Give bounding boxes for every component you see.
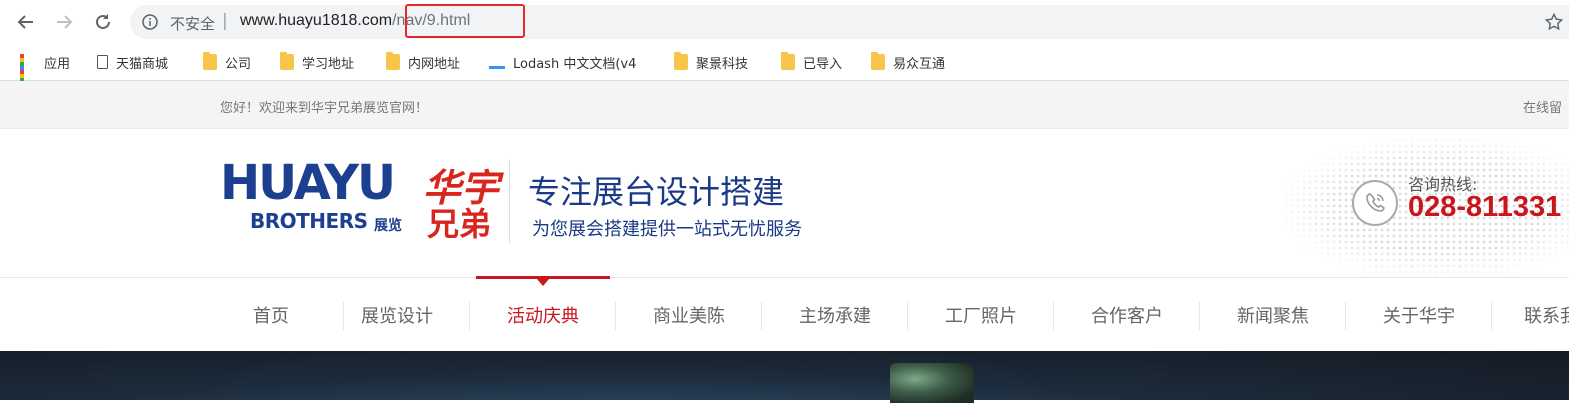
phone-icon [1352,180,1398,226]
bookmark-yizhong[interactable]: 易众互通 [871,52,946,72]
page-icon [97,55,108,69]
bookmark-intranet[interactable]: 内网地址 [386,52,461,72]
banner-image-object [890,363,974,403]
main-nav: 首页 展览设计 活动庆典 商业美陈 主场承建 工厂照片 合作客户 新闻聚焦 关于… [0,276,1569,352]
online-message-link[interactable]: 在线留 [1523,97,1562,116]
bookmark-label: 已导入 [803,56,843,72]
bookmark-label: 学习地址 [302,56,355,72]
slogan-main: 专注展台设计搭建 [528,173,785,211]
forward-arrow-icon [57,15,73,29]
logo-cn-sub: 兄弟 [427,205,492,243]
bookmark-lodash[interactable]: Lodash 中文文档(v4 [489,53,637,72]
nav-label: 展览设计 [361,306,433,327]
folder-icon [203,52,217,70]
bookmark-apps[interactable]: 应用 [20,53,71,90]
bookmark-jujing[interactable]: 聚景科技 [674,52,749,72]
reload-icon [96,14,110,29]
bookmark-company[interactable]: 公司 [203,52,252,72]
nav-label: 工厂照片 [945,306,1017,327]
welcome-text: 您好！欢迎来到华宇兄弟展览官网！ [220,101,429,116]
nav-label: 新闻聚焦 [1237,306,1309,327]
nav-label: 首页 [253,306,289,327]
bookmark-imported[interactable]: 已导入 [781,52,843,72]
phone-handset-icon [1366,193,1385,212]
forward-button[interactable] [52,10,76,34]
bookmark-study[interactable]: 学习地址 [280,52,355,72]
nav-item-events[interactable]: 活动庆典 [470,278,616,352]
nav-label: 商业美陈 [653,306,725,327]
nav-item-exhibition-design[interactable]: 展览设计 [324,278,470,352]
nav-item-news[interactable]: 新闻聚焦 [1200,278,1346,352]
url-host: www.huayu1818.com [240,12,393,29]
nav-label: 主场承建 [799,306,871,327]
bookmark-tmall[interactable]: 天猫商城 [97,53,169,72]
bookmark-label: 聚景科技 [696,56,749,72]
folder-icon [386,52,400,70]
nav-label: 活动庆典 [507,306,579,327]
nav-label: 合作客户 [1091,306,1163,327]
bookmark-label: 天猫商城 [116,56,169,72]
bookmark-label: 应用 [44,56,71,72]
bookmark-label: 内网地址 [408,56,461,72]
apps-grid-icon [20,54,36,90]
logo-en-sub: BROTHERS [250,209,368,233]
folder-icon [674,52,688,70]
bookmark-star-icon[interactable] [1545,13,1563,31]
nav-item-venue-construction[interactable]: 主场承建 [762,278,908,352]
logo-cn-small: 展览 [374,218,402,234]
nav-item-about[interactable]: 关于华宇 [1346,278,1492,352]
nav-item-home[interactable]: 首页 [198,278,344,352]
folder-icon [871,52,885,70]
bookmarks-bar: 应用 天猫商城 公司 学习地址 内网地址 Lodash 中文文档(v4 聚景科技… [0,44,1569,90]
slogan-sub: 为您展会搭建提供一站式无忧服务 [532,219,802,240]
url-path-highlight-box [405,4,525,38]
reload-button[interactable] [91,10,115,34]
back-arrow-icon [17,15,33,29]
folder-icon [280,52,294,70]
security-label: 不安全 [170,15,216,33]
folder-icon [781,52,795,70]
bookmark-label: Lodash 中文文档(v4 [513,56,637,72]
bookmark-label: 易众互通 [893,56,946,72]
security-separator: | [222,11,228,31]
logo-en-main: HUAYU [220,155,396,211]
info-icon[interactable] [142,14,158,30]
lodash-icon [489,65,505,69]
nav-label: 关于华宇 [1383,306,1455,327]
hero-banner [0,351,1569,403]
back-button[interactable] [14,10,38,34]
address-bar[interactable]: 不安全 | www.huayu1818.com/nav/9.html [130,5,1569,39]
nav-item-commercial-display[interactable]: 商业美陈 [616,278,762,352]
site-topbar: 您好！欢迎来到华宇兄弟展览官网！ 在线留 [0,81,1569,129]
site-header: HUAYU BROTHERS 展览 华宇 兄弟 专注展台设计搭建 为您展会搭建提… [0,129,1569,277]
hotline-number: 028-811331 [1408,191,1562,223]
nav-item-partners[interactable]: 合作客户 [1054,278,1200,352]
site-logo[interactable]: HUAYU BROTHERS 展览 华宇 兄弟 [220,155,500,243]
nav-item-contact[interactable]: 联系我 [1492,278,1569,352]
header-divider [509,159,510,243]
browser-toolbar: 不安全 | www.huayu1818.com/nav/9.html [0,0,1569,44]
bookmark-label: 公司 [225,56,252,72]
nav-item-factory-photos[interactable]: 工厂照片 [908,278,1054,352]
nav-label: 联系我 [1524,306,1569,327]
